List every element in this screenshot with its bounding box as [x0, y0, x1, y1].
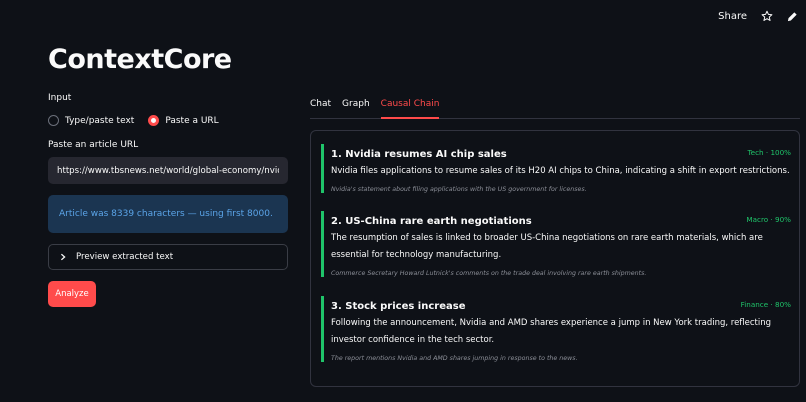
- input-mode-radio-group: Type/paste text Paste a URL: [48, 115, 288, 126]
- url-input[interactable]: [48, 157, 288, 184]
- star-icon[interactable]: [761, 10, 773, 22]
- info-alert: Article was 8339 characters — using firs…: [48, 195, 288, 233]
- top-toolbar: Share: [718, 10, 798, 22]
- radio-dot: [48, 115, 59, 126]
- input-label: Input: [48, 93, 72, 103]
- step-evidence: The report mentions Nvidia and AMD share…: [331, 355, 578, 362]
- radio-type-paste-text[interactable]: Type/paste text: [48, 115, 134, 126]
- url-label: Paste an article URL: [48, 140, 139, 150]
- tab-bar: Chat Graph Causal Chain: [310, 97, 800, 119]
- expander-label: Preview extracted text: [76, 252, 174, 262]
- step-evidence: Nvidia's statement about filing applicat…: [331, 186, 587, 193]
- causal-step: 3. Stock prices increase Finance · 80% F…: [321, 296, 791, 362]
- category-badge: Finance · 80%: [740, 300, 791, 309]
- analyze-button[interactable]: Analyze: [48, 281, 96, 307]
- radio-paste-url[interactable]: Paste a URL: [148, 115, 219, 126]
- radio-dot-selected: [148, 115, 160, 126]
- causal-step: 1. Nvidia resumes AI chip sales Tech · 1…: [321, 144, 791, 193]
- step-title: 1. Nvidia resumes AI chip sales: [331, 149, 507, 160]
- step-title: 2. US-China rare earth negotiations: [331, 216, 532, 227]
- edit-icon[interactable]: [787, 11, 798, 22]
- radio-label: Type/paste text: [65, 115, 135, 126]
- radio-label: Paste a URL: [165, 115, 219, 126]
- step-title: 3. Stock prices increase: [331, 301, 466, 312]
- causal-chain-panel: 1. Nvidia resumes AI chip sales Tech · 1…: [310, 130, 800, 387]
- step-description: Following the announcement, Nvidia and A…: [331, 318, 772, 345]
- category-badge: Tech · 100%: [747, 148, 792, 157]
- category-badge: Macro · 90%: [746, 215, 791, 224]
- tab-causal-chain[interactable]: Causal Chain: [380, 97, 440, 119]
- tab-graph[interactable]: Graph: [342, 97, 370, 119]
- chevron-right-icon: [60, 253, 66, 261]
- app-title: ContextCore: [48, 44, 232, 75]
- share-button[interactable]: Share: [718, 11, 747, 22]
- step-evidence: Commerce Secretary Howard Lutnick's comm…: [331, 270, 647, 277]
- step-description: Nvidia files applications to resume sale…: [331, 166, 790, 176]
- causal-step: 2. US-China rare earth negotiations Macr…: [321, 211, 791, 277]
- step-description: The resumption of sales is linked to bro…: [331, 233, 763, 260]
- preview-expander[interactable]: Preview extracted text: [48, 244, 288, 270]
- input-panel: Input Type/paste text Paste a URL Paste …: [48, 93, 288, 307]
- tab-chat[interactable]: Chat: [310, 97, 331, 119]
